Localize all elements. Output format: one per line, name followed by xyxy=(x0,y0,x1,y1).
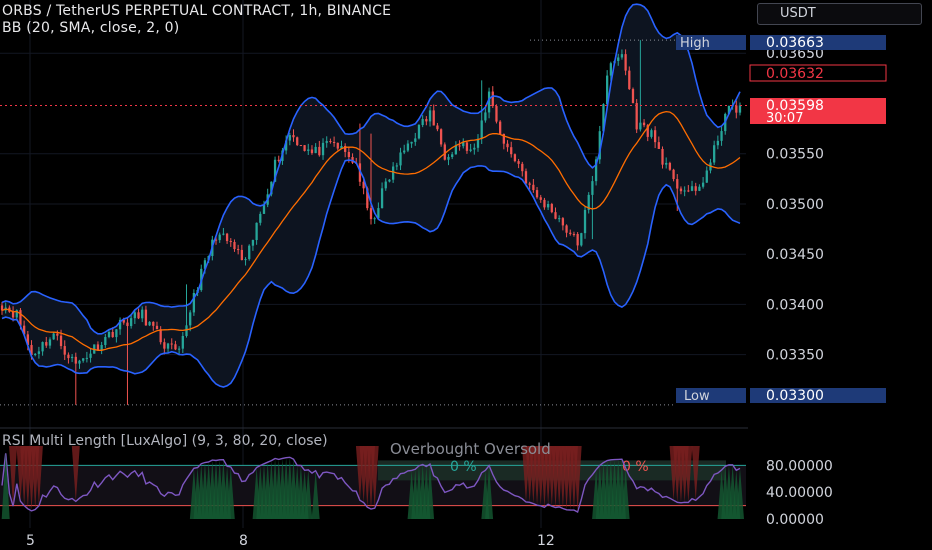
overbought-label: Overbought xyxy=(390,440,480,458)
os-percent: 0 % xyxy=(622,459,649,475)
candle xyxy=(443,142,446,161)
candle xyxy=(303,145,306,152)
candle xyxy=(296,136,299,147)
rsi-tick-label: 80.00000 xyxy=(766,458,833,474)
upper-band-price-tag: 0.03632 xyxy=(749,64,887,82)
price-tick-label: 0.03400 xyxy=(766,297,824,313)
chart-title: ORBS / TetherUS PERPETUAL CONTRACT, 1h, … xyxy=(2,3,392,19)
rsi-tick-label: 0.00000 xyxy=(766,512,824,528)
currency-selector[interactable]: USDT xyxy=(757,3,922,25)
candle xyxy=(668,161,672,171)
candle xyxy=(499,120,502,135)
low-tag-value: 0.03300 xyxy=(766,388,824,404)
upper-band-value: 0.03632 xyxy=(766,66,824,82)
price-tick-label: 0.03450 xyxy=(766,247,824,263)
candle xyxy=(417,124,421,140)
candle xyxy=(248,244,251,261)
ob-percent: 0 % xyxy=(450,459,477,475)
candle xyxy=(495,104,498,124)
candle xyxy=(373,216,376,224)
high-price-tag: High 0.03663 xyxy=(676,35,886,51)
candle xyxy=(439,128,443,147)
candle xyxy=(74,352,77,405)
last-price-tag: 0.03598 30:07 xyxy=(750,98,886,126)
oversold-label: Oversold xyxy=(483,440,551,458)
price-tick-label: 0.03500 xyxy=(766,197,824,213)
rsi-indicator-title[interactable]: RSI Multi Length [LuxAlgo] (9, 3, 80, 20… xyxy=(2,433,328,449)
candle xyxy=(550,202,553,214)
rsi-panel: 0 % 0 % xyxy=(0,446,746,519)
time-tick-label: 5 xyxy=(26,533,35,549)
price-tick-label: 0.03350 xyxy=(766,348,824,364)
candle xyxy=(192,289,196,316)
indicator-legend[interactable]: BB (20, SMA, close, 2, 0) xyxy=(2,20,179,36)
low-price-tag: Low 0.03300 xyxy=(676,388,886,404)
time-axis[interactable]: 5 8 12 xyxy=(26,533,555,549)
low-tag-label: Low xyxy=(684,389,710,404)
price-tick-label: 0.03550 xyxy=(766,147,824,163)
high-tag-label: High xyxy=(680,36,710,51)
time-tick-label: 8 xyxy=(239,533,248,549)
ob-os-label: Overbought Oversold xyxy=(390,440,551,458)
candle xyxy=(635,99,638,134)
high-tag-value: 0.03663 xyxy=(766,35,824,51)
candle xyxy=(513,153,517,163)
rsi-tick-label: 40.00000 xyxy=(766,485,833,501)
time-tick-label: 12 xyxy=(537,533,555,549)
candle xyxy=(299,144,303,147)
candle xyxy=(631,87,635,104)
bar-countdown: 30:07 xyxy=(766,111,803,126)
rsi-axis: 80.00000 40.00000 0.00000 xyxy=(766,458,833,528)
candle xyxy=(580,232,583,247)
trading-chart[interactable]: 0 % 0 % 0.036500.035500.035000.034500.034… xyxy=(0,0,932,550)
